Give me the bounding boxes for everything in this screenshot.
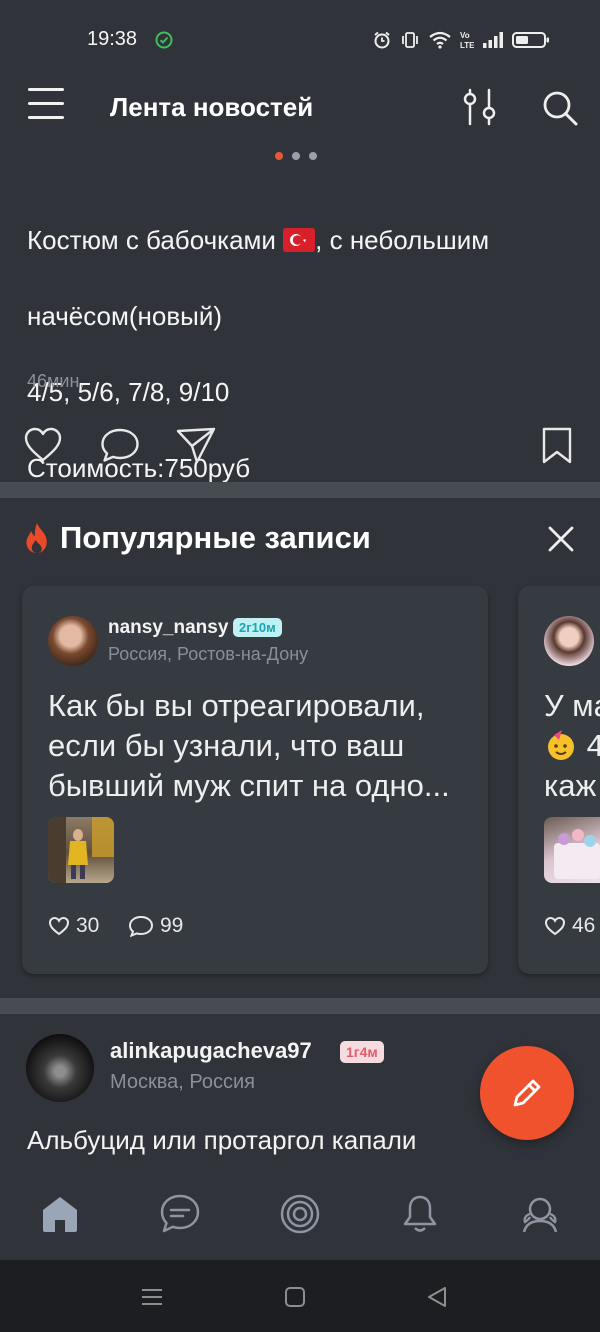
turkey-flag-icon — [283, 228, 316, 252]
battery-icon — [512, 32, 549, 48]
back-icon[interactable] — [424, 1284, 450, 1310]
create-post-button[interactable] — [480, 1046, 574, 1140]
card-text-line: каж — [544, 768, 597, 803]
sync-check-icon — [155, 31, 173, 49]
card-thumbnail[interactable] — [48, 817, 114, 883]
wifi-icon — [429, 31, 451, 49]
card-text-line: бывший муж спит на одно... — [48, 768, 450, 803]
menu-icon-bar — [28, 102, 64, 105]
home-icon[interactable] — [38, 1192, 82, 1236]
post-text: Костюм с бабочками , с небольшим начёсом… — [27, 183, 577, 525]
account-age-badge: 2г10м — [233, 618, 282, 637]
status-icons: Vo LTE — [372, 28, 550, 52]
post-text-line: 4/5, 5/6, 7/8, 9/10 — [27, 377, 230, 407]
carousel-dot-active — [275, 152, 283, 160]
comment-icon — [128, 915, 154, 937]
alarm-icon — [374, 31, 390, 49]
post-text-line: Костюм с бабочками — [27, 225, 284, 255]
home-button-icon[interactable] — [282, 1284, 308, 1310]
post-text-line: начёсом(новый) — [27, 301, 223, 331]
popular-card[interactable]: nansy_nansy 2г10м Россия, Ростов-на-Дону… — [22, 586, 488, 974]
post-username[interactable]: alinkapugacheva97 — [110, 1038, 312, 1064]
menu-icon-bar — [28, 116, 64, 119]
profile-icon[interactable] — [518, 1192, 562, 1236]
post-location: Москва, Россия — [110, 1071, 255, 1093]
signal-icon — [483, 32, 503, 48]
card-username[interactable]: nansy_nansy — [108, 617, 228, 639]
avatar[interactable] — [48, 616, 98, 666]
likes-count: 30 — [76, 914, 100, 937]
post-time: 46мин. — [27, 371, 85, 391]
target-icon[interactable] — [278, 1192, 322, 1236]
card-text-line: Как бы вы отреагировали, — [48, 688, 425, 723]
popular-title: Популярные записи — [60, 520, 371, 555]
heart-icon — [544, 916, 566, 936]
vibrate-icon — [402, 32, 418, 48]
menu-button[interactable] — [28, 88, 66, 124]
bell-icon[interactable] — [398, 1192, 442, 1236]
card-text-line: 4 — [544, 726, 600, 766]
recent-apps-icon[interactable] — [139, 1284, 165, 1310]
messages-icon[interactable] — [158, 1192, 202, 1236]
avatar[interactable] — [544, 616, 594, 666]
card-location: Россия, Ростов-на-Дону — [108, 644, 309, 664]
likes-count: 46 — [572, 914, 596, 937]
filter-icon[interactable] — [460, 86, 500, 128]
menu-icon-bar — [28, 88, 64, 91]
carousel-dots — [275, 152, 317, 160]
section-divider — [0, 998, 600, 1014]
search-icon[interactable] — [540, 88, 580, 128]
close-icon[interactable] — [544, 522, 578, 556]
comment-icon[interactable] — [99, 424, 141, 466]
card-text-line: если бы узнали, что ваш — [48, 728, 405, 763]
svg-text:Vo: Vo — [460, 31, 470, 40]
party-face-emoji-icon — [544, 729, 578, 761]
heart-icon — [48, 916, 70, 936]
post-text: Альбуцид или протаргол капали — [27, 1125, 417, 1155]
card-text-line: У ма — [544, 688, 600, 723]
avatar[interactable] — [26, 1034, 94, 1102]
popular-card[interactable]: У ма 4 каж 46 — [518, 586, 600, 974]
account-age-badge: 1г4м — [340, 1041, 384, 1063]
likes-stat[interactable]: 30 — [48, 914, 99, 938]
comments-count: 99 — [160, 914, 184, 937]
svg-text:LTE: LTE — [460, 41, 474, 50]
section-divider — [0, 482, 600, 498]
comments-stat[interactable]: 99 — [128, 914, 183, 938]
volte-icon: Vo LTE — [460, 31, 474, 50]
carousel-dot — [292, 152, 300, 160]
share-icon[interactable] — [175, 424, 217, 466]
page-title: Лента новостей — [110, 92, 314, 122]
pencil-icon — [513, 1079, 541, 1107]
card-text-fragment: 4 — [586, 728, 600, 763]
card-text: Как бы вы отреагировали, если бы узнали,… — [48, 686, 478, 806]
carousel-dot — [309, 152, 317, 160]
status-time: 19:38 — [87, 28, 138, 50]
likes-stat[interactable]: 46 — [544, 914, 595, 938]
card-thumbnail[interactable] — [544, 817, 600, 883]
fire-icon — [26, 523, 47, 553]
post-text-line: , с небольшим — [315, 225, 490, 255]
bookmark-icon[interactable] — [536, 424, 578, 466]
heart-icon[interactable] — [22, 424, 64, 466]
card-text: У ма 4 каж — [544, 686, 600, 806]
